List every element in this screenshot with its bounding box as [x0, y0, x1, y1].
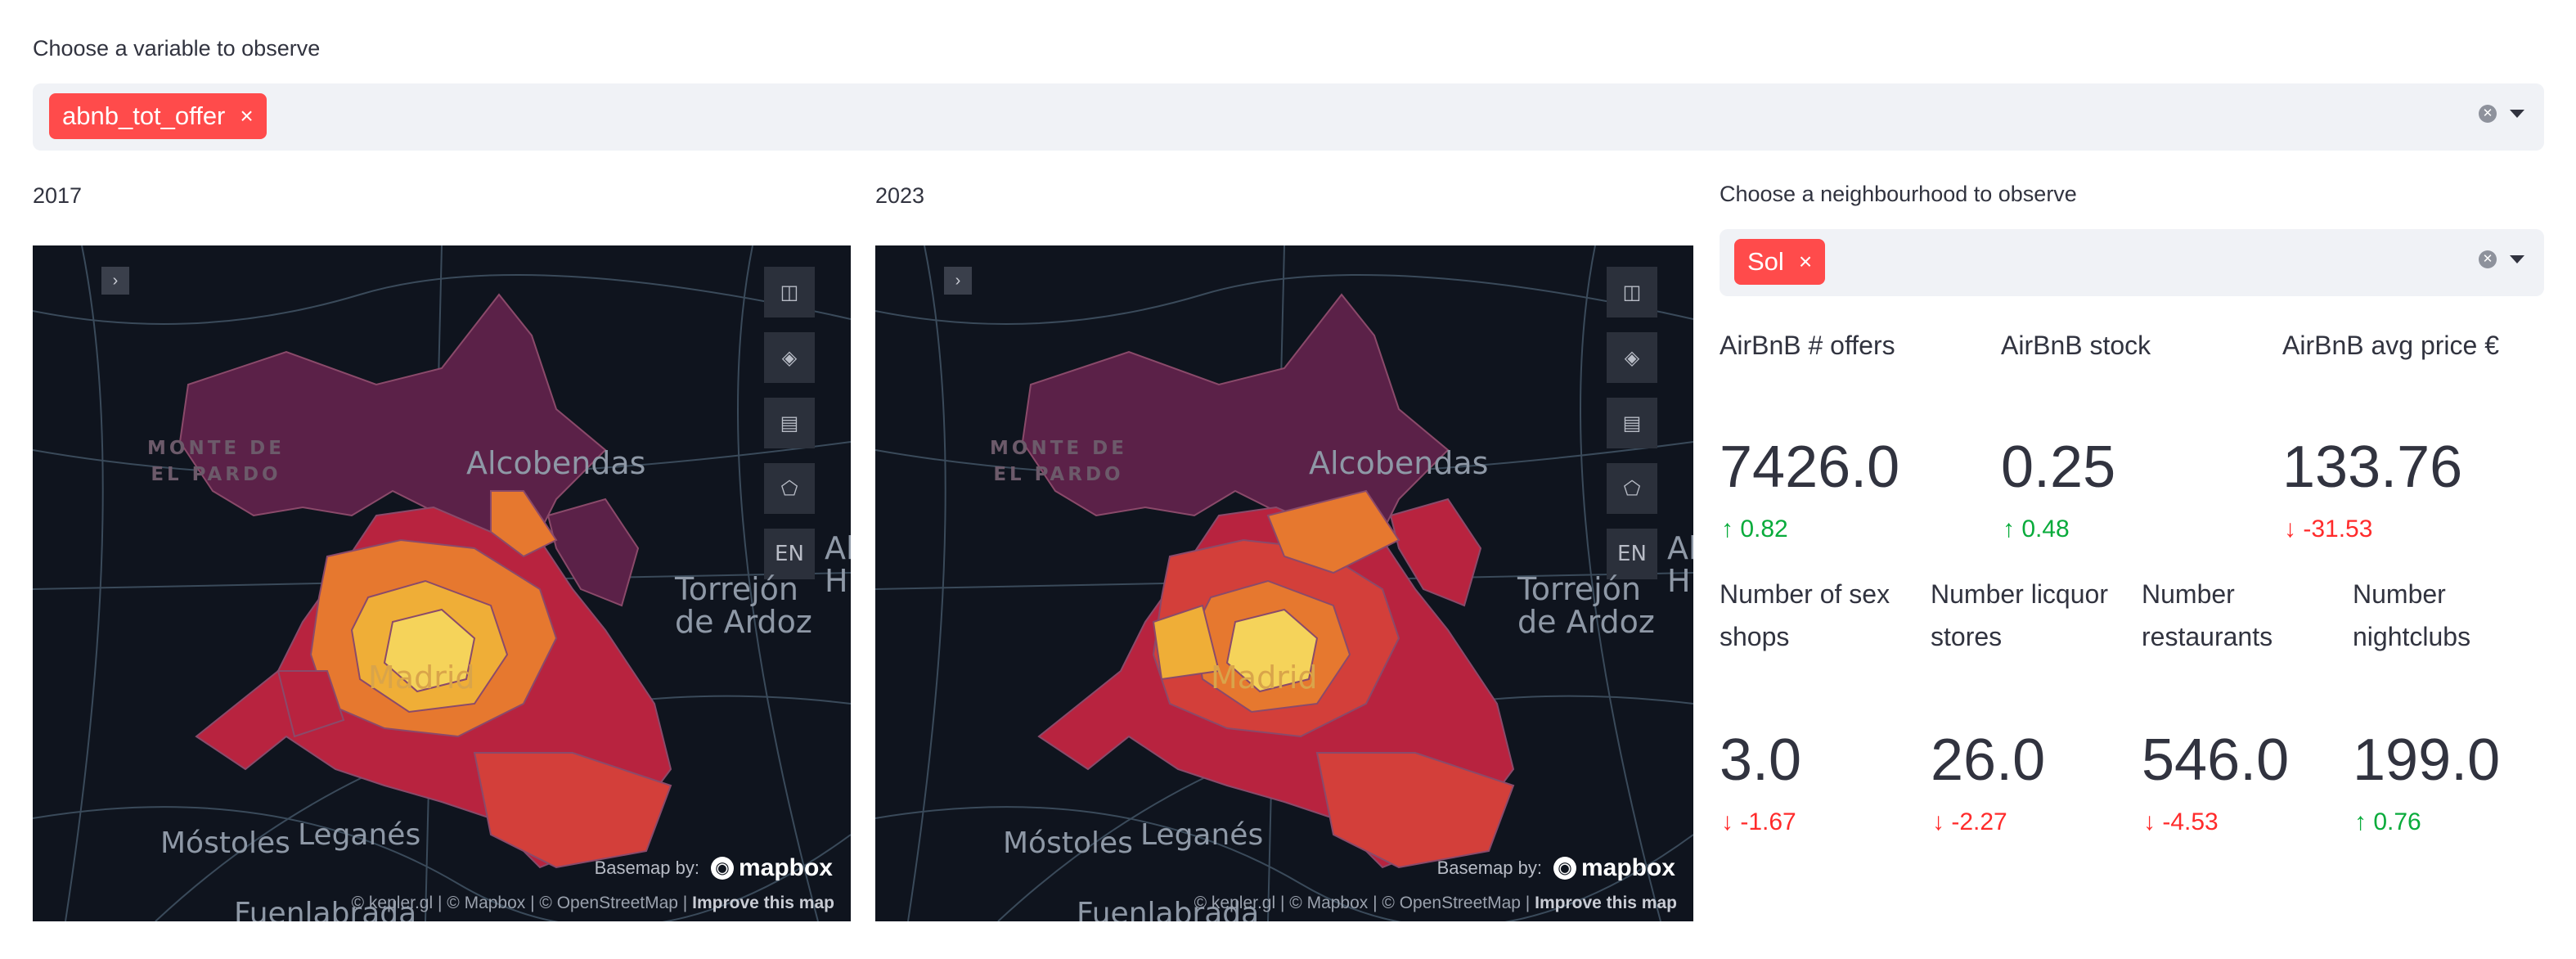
metric-value-liquor-stores: 26.0	[1931, 727, 2046, 793]
delta-value: -1.67	[1740, 808, 1796, 835]
map-2023[interactable]: › ◫ ◈ ▤ ⬠ EN MONTE DE EL PARDO Alcobenda…	[875, 245, 1693, 921]
chevron-down-icon[interactable]	[2510, 110, 2524, 118]
split-map-icon[interactable]: ◫	[1607, 267, 1657, 317]
metric-value-airbnb-avg-price: 133.76	[2282, 434, 2463, 500]
place-label-alcobendas: Alcobendas	[1309, 445, 1489, 481]
place-label-monte-de-el-pardo: MONTE DE EL PARDO	[990, 438, 1127, 485]
arrow-down-icon: ↓	[2284, 516, 2304, 543]
layers-icon[interactable]: ◈	[1607, 332, 1657, 383]
metric-delta-airbnb-offers: ↑ 0.82	[1721, 516, 1788, 543]
map-2017[interactable]: › ◫ ◈ ▤ ⬠ EN MONTE DE EL PARDO Alcobenda…	[33, 245, 851, 921]
layers-icon[interactable]: ◈	[764, 332, 815, 383]
metric-delta-sex-shops: ↓ -1.67	[1721, 808, 1796, 836]
arrow-up-icon: ↑	[1721, 516, 1741, 543]
mapbox-icon: ◉	[1553, 857, 1576, 880]
place-label-leganes: Leganés	[1140, 818, 1264, 852]
remove-tag-icon[interactable]: ×	[240, 103, 253, 129]
map-year-label-2017: 2017	[33, 183, 83, 208]
metric-label-liquor-stores: Number licquor stores	[1931, 579, 2108, 651]
split-map-icon[interactable]: ◫	[764, 267, 815, 317]
place-label-mostoles: Móstoles	[160, 826, 290, 860]
improve-map-link[interactable]: Improve this map	[692, 894, 834, 912]
arrow-down-icon: ↓	[2143, 808, 2163, 835]
selected-neighbourhood-label: Sol	[1747, 247, 1784, 276]
clear-icon[interactable]: ✕	[2479, 105, 2497, 123]
delta-value: 0.76	[2373, 808, 2421, 835]
metric-value-sex-shops: 3.0	[1720, 727, 1802, 793]
mapbox-icon: ◉	[710, 857, 734, 880]
basemap-label: Basemap by:	[1436, 858, 1542, 878]
attribution-text[interactable]: © kepler.gl | © Mapbox | © OpenStreetMap…	[1194, 894, 1531, 912]
chevron-down-icon[interactable]	[2510, 255, 2524, 263]
place-label-monte-de-el-pardo: MONTE DE EL PARDO	[147, 438, 285, 485]
variable-select-label: Choose a variable to observe	[33, 36, 321, 61]
neighbourhood-select-label: Choose a neighbourhood to observe	[1720, 182, 2077, 206]
metric-delta-liquor-stores: ↓ -2.27	[1932, 808, 2007, 836]
metric-label-airbnb-stock: AirBnB stock	[2001, 331, 2151, 360]
delta-value: -31.53	[2303, 516, 2373, 543]
region-el-pardo[interactable]	[178, 293, 607, 550]
arrow-up-icon: ↑	[2003, 516, 2022, 543]
selected-neighbourhood-tag: Sol ×	[1734, 239, 1826, 285]
arrow-down-icon: ↓	[1721, 808, 1741, 835]
neighbourhood-select[interactable]: Sol × ✕	[1720, 229, 2544, 296]
delta-value: -4.53	[2162, 808, 2219, 835]
arrow-up-icon: ↑	[2354, 808, 2374, 835]
mapbox-logo[interactable]: ◉ mapbox	[1553, 854, 1675, 882]
place-label-madrid: Madrid	[1211, 660, 1318, 696]
attribution-text[interactable]: © kepler.gl | © Mapbox | © OpenStreetMap…	[352, 894, 688, 912]
selected-variable-label: abnb_tot_offer	[62, 101, 226, 130]
metric-delta-airbnb-stock: ↑ 0.48	[2003, 516, 2070, 543]
place-label-edge: Al H	[825, 530, 851, 599]
draw-polygon-icon[interactable]: ⬠	[1607, 463, 1657, 514]
metric-label-sex-shops: Number of sex shops	[1720, 579, 1890, 651]
improve-map-link[interactable]: Improve this map	[1535, 894, 1677, 912]
place-label-mostoles: Móstoles	[1003, 826, 1133, 860]
metric-value-airbnb-stock: 0.25	[2001, 434, 2116, 500]
variable-select[interactable]: abnb_tot_offer × ✕	[33, 83, 2544, 151]
place-label-madrid: Madrid	[368, 660, 475, 696]
map-attribution: © kepler.gl | © Mapbox | © OpenStreetMap…	[1194, 894, 1677, 913]
basemap-credit: Basemap by: ◉ mapbox	[595, 854, 833, 882]
side-panel-toggle-button[interactable]: ›	[944, 267, 972, 295]
legend-icon[interactable]: ▤	[1607, 398, 1657, 448]
selected-variable-tag: abnb_tot_offer ×	[49, 93, 267, 139]
metric-label-restaurants: Number restaurants	[2142, 579, 2273, 651]
region-el-pardo[interactable]	[1021, 293, 1450, 550]
metric-value-nightclubs: 199.0	[2353, 727, 2501, 793]
mapbox-wordmark: mapbox	[1580, 854, 1675, 881]
map-year-label-2023: 2023	[875, 183, 925, 208]
place-label-torrejon: Torrejón de Ardoz	[1517, 571, 1655, 640]
metric-label-nightclubs: Number nightclubs	[2353, 579, 2471, 651]
metric-delta-nightclubs: ↑ 0.76	[2354, 808, 2421, 836]
remove-tag-icon[interactable]: ×	[1799, 249, 1812, 275]
place-label-alcobendas: Alcobendas	[466, 445, 646, 481]
map-attribution: © kepler.gl | © Mapbox | © OpenStreetMap…	[352, 894, 834, 913]
delta-value: 0.82	[1740, 516, 1788, 543]
mapbox-logo[interactable]: ◉ mapbox	[710, 854, 833, 882]
metric-delta-restaurants: ↓ -4.53	[2143, 808, 2219, 836]
legend-icon[interactable]: ▤	[764, 398, 815, 448]
basemap-label: Basemap by:	[594, 858, 699, 878]
metric-label-airbnb-offers: AirBnB # offers	[1720, 331, 1895, 360]
place-label-leganes: Leganés	[298, 818, 421, 852]
delta-value: 0.48	[2021, 516, 2070, 543]
delta-value: -2.27	[1951, 808, 2007, 835]
draw-polygon-icon[interactable]: ⬠	[764, 463, 815, 514]
mapbox-wordmark: mapbox	[738, 854, 833, 881]
place-label-edge: Al H	[1667, 530, 1693, 599]
metric-value-restaurants: 546.0	[2142, 727, 2290, 793]
place-label-torrejon: Torrejón de Ardoz	[675, 571, 812, 640]
metric-delta-airbnb-avg-price: ↓ -31.53	[2284, 516, 2372, 543]
clear-icon[interactable]: ✕	[2479, 250, 2497, 268]
arrow-down-icon: ↓	[1932, 808, 1952, 835]
side-panel-toggle-button[interactable]: ›	[101, 267, 129, 295]
metric-value-airbnb-offers: 7426.0	[1720, 434, 1900, 500]
basemap-credit: Basemap by: ◉ mapbox	[1437, 854, 1675, 882]
metric-label-airbnb-avg-price: AirBnB avg price €	[2282, 331, 2500, 360]
